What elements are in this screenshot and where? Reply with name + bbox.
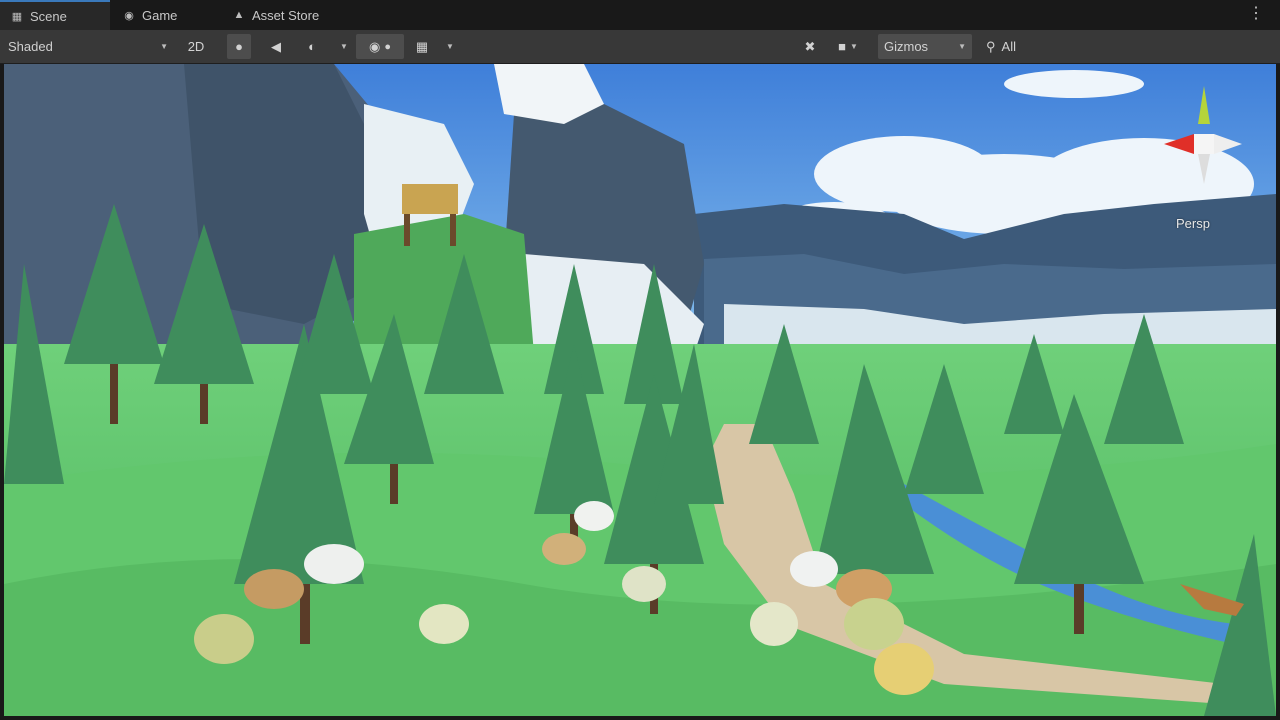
scene-search-label: All xyxy=(1001,39,1016,54)
camera-icon: ■ xyxy=(838,39,846,54)
effects-dropdown-button[interactable]: ▼ xyxy=(334,34,350,59)
chevron-down-icon: ▼ xyxy=(160,42,168,51)
shading-mode-label: Shaded xyxy=(8,39,53,54)
scene-toolbar: Shaded ▼ 2D ● ◀ ◐ ▼ ◉ ● ▦ ▼ ✖ ■ ▼ Gizmos… xyxy=(0,30,1280,64)
tab-asset-store-label: Asset Store xyxy=(252,7,320,23)
2d-toggle-label: 2D xyxy=(187,39,205,54)
grid-toggle-button[interactable]: ▦ xyxy=(410,34,434,59)
chevron-down-icon: ▼ xyxy=(340,42,348,51)
chevron-down-icon: ▼ xyxy=(958,42,966,51)
gizmos-dropdown[interactable]: Gizmos ▼ xyxy=(878,34,972,59)
effects-toggle-button[interactable]: ◐ xyxy=(300,34,324,59)
gizmos-label: Gizmos xyxy=(884,39,929,54)
orientation-gizmo[interactable] xyxy=(1154,84,1254,204)
hidden-count-icon: ● xyxy=(384,40,391,53)
shopping-bag-icon: ▲ xyxy=(233,9,245,21)
2d-toggle-button[interactable]: 2D xyxy=(182,34,210,59)
grid-dropdown-button[interactable]: ▼ xyxy=(440,34,456,59)
window-tab-bar: ▦ Scene ◉ Game ▲ Asset Store ⋮ xyxy=(0,0,1280,30)
more-options-icon[interactable]: ⋮ xyxy=(1248,6,1264,22)
projection-label[interactable]: Persp xyxy=(1176,216,1210,231)
grid-icon: ▦ xyxy=(415,38,429,54)
eye-slash-icon: ◉ xyxy=(369,38,381,54)
gamepad-icon: ◉ xyxy=(124,9,134,22)
camera-settings-button[interactable]: ■ ▼ xyxy=(828,34,868,59)
tab-game[interactable]: ◉ Game xyxy=(112,0,216,30)
audio-toggle-button[interactable]: ◀ xyxy=(264,34,288,59)
tab-scene[interactable]: ▦ Scene xyxy=(0,0,110,30)
hidden-objects-toggle[interactable]: ◉ ● xyxy=(356,34,404,59)
wrench-icon: ✖ xyxy=(804,38,816,54)
lighting-toggle-button[interactable]: ● xyxy=(227,34,251,59)
search-icon: ⚲ xyxy=(986,38,996,54)
effects-icon: ◐ xyxy=(308,39,316,54)
speaker-icon: ◀ xyxy=(271,38,281,54)
tab-asset-store[interactable]: ▲ Asset Store xyxy=(222,0,352,30)
shading-mode-dropdown[interactable]: Shaded ▼ xyxy=(8,34,168,59)
scene-render xyxy=(4,64,1276,716)
scene-viewport[interactable]: Persp xyxy=(4,64,1276,716)
lightbulb-icon: ● xyxy=(235,39,243,54)
grid-icon: ▦ xyxy=(11,10,23,23)
tools-toggle-button[interactable]: ✖ xyxy=(798,34,822,59)
chevron-down-icon: ▼ xyxy=(849,42,858,51)
chevron-down-icon: ▼ xyxy=(446,42,454,51)
scene-search-field[interactable]: ⚲ All xyxy=(986,34,1034,59)
tab-game-label: Game xyxy=(142,7,178,23)
tab-scene-label: Scene xyxy=(30,8,67,24)
